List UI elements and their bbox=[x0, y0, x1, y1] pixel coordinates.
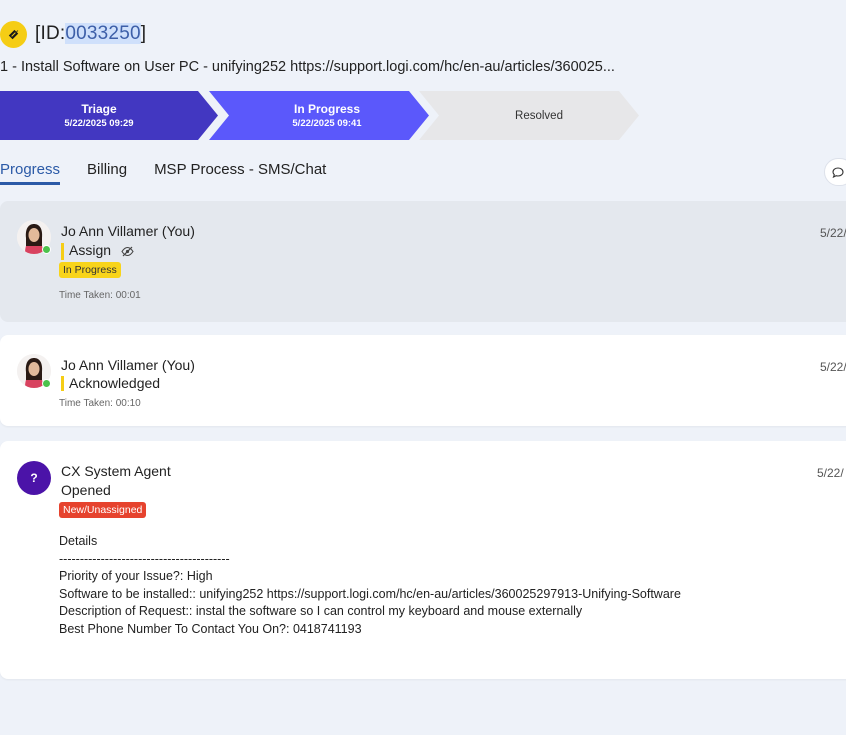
stage-in-progress[interactable]: In Progress 5/22/2025 09:41 bbox=[209, 91, 429, 140]
activity-card: ? CX System Agent Opened New/Unassigned … bbox=[0, 441, 846, 679]
ticket-subject: 1 - Install Software on User PC - unifyi… bbox=[0, 59, 615, 75]
tab-msp-process[interactable]: MSP Process - SMS/Chat bbox=[154, 158, 326, 185]
ticket-id: [ID:0033250] bbox=[35, 23, 147, 44]
avatar bbox=[17, 220, 51, 254]
online-status-dot bbox=[42, 245, 51, 254]
comment-button[interactable] bbox=[824, 158, 846, 186]
activity-action: Assign bbox=[61, 243, 134, 260]
avatar bbox=[17, 354, 51, 388]
time-taken: Time Taken: 00:01 bbox=[59, 290, 141, 301]
stage-resolved[interactable]: Resolved bbox=[419, 91, 639, 140]
activity-action: Acknowledged bbox=[61, 376, 160, 391]
activity-card: Jo Ann Villamer (You) Assign In Progress… bbox=[0, 201, 846, 322]
status-stages: Triage 5/22/2025 09:29 In Progress 5/22/… bbox=[0, 91, 660, 140]
stage-label: In Progress bbox=[293, 102, 361, 116]
eye-off-icon[interactable] bbox=[121, 245, 134, 260]
online-status-dot bbox=[42, 379, 51, 388]
details-line: ----------------------------------------… bbox=[59, 551, 230, 566]
details-line: Priority of your Issue?: High bbox=[59, 569, 213, 583]
activity-details: Details ---------------------------------… bbox=[59, 533, 681, 638]
time-taken: Time Taken: 00:10 bbox=[59, 398, 141, 409]
ticket-icon bbox=[0, 20, 27, 48]
activity-author: Jo Ann Villamer (You) bbox=[61, 223, 195, 239]
comment-icon bbox=[832, 166, 844, 178]
activity-date: 5/22/ bbox=[817, 466, 844, 480]
stage-triage[interactable]: Triage 5/22/2025 09:29 bbox=[0, 91, 218, 140]
stage-datetime: 5/22/2025 09:29 bbox=[64, 118, 134, 129]
ticket-page: [ID:0033250] 1 - Install Software on Use… bbox=[0, 0, 846, 735]
stage-label: Triage bbox=[81, 102, 117, 116]
stage-datetime: 5/22/2025 09:41 bbox=[292, 118, 362, 129]
ticket-id-number: 0033250 bbox=[65, 23, 141, 44]
stage-label: Resolved bbox=[515, 109, 563, 122]
tab-bar: Progress Billing MSP Process - SMS/Chat bbox=[0, 158, 353, 186]
tab-billing[interactable]: Billing bbox=[87, 158, 127, 185]
activity-author: Jo Ann Villamer (You) bbox=[61, 357, 195, 373]
status-badge: New/Unassigned bbox=[59, 502, 147, 518]
details-line: Description of Request:: instal the soft… bbox=[59, 604, 583, 618]
activity-date: 5/22/ bbox=[820, 360, 846, 374]
status-badge: In Progress bbox=[59, 262, 121, 278]
tab-progress[interactable]: Progress bbox=[0, 158, 61, 185]
details-line: Best Phone Number To Contact You On?: 04… bbox=[59, 621, 362, 636]
details-line: Details bbox=[59, 534, 98, 548]
activity-date: 5/22/ bbox=[820, 226, 846, 240]
ticket-header: [ID:0033250] bbox=[0, 18, 146, 50]
details-line: Software to be installed:: unifying252 h… bbox=[59, 586, 681, 601]
activity-card: Jo Ann Villamer (You) Acknowledged Time … bbox=[0, 335, 846, 426]
agent-avatar: ? bbox=[17, 461, 51, 495]
activity-author: CX System Agent bbox=[61, 463, 171, 479]
activity-action: Opened bbox=[61, 482, 111, 498]
